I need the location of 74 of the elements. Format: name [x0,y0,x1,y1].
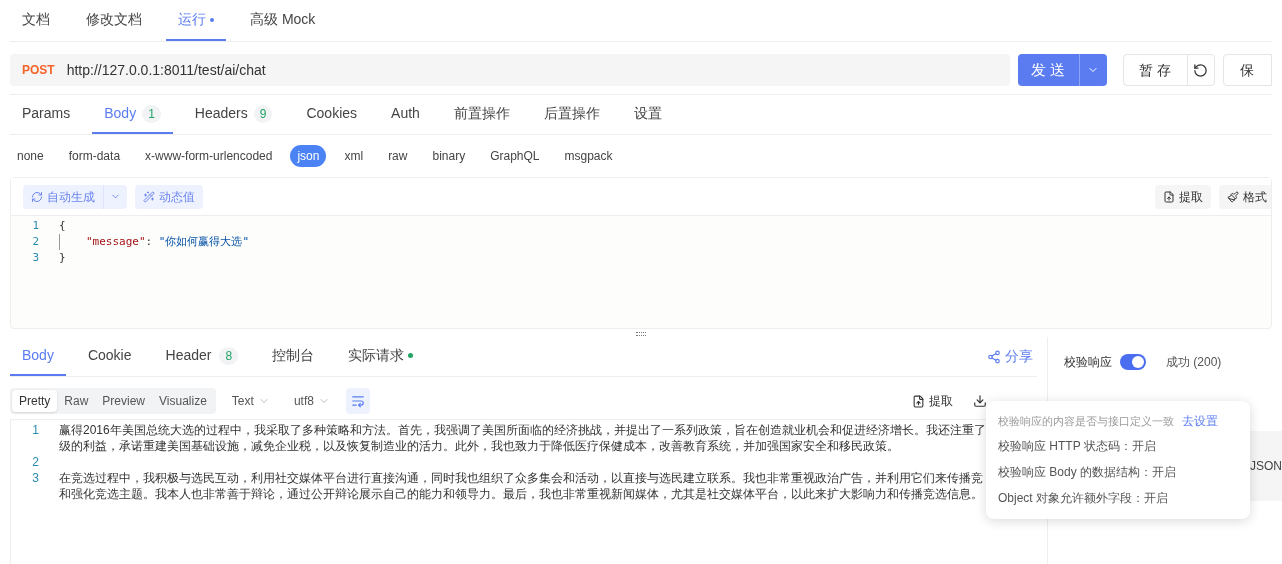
validation-switch[interactable] [1120,354,1146,370]
line-number: 2 [31,454,39,470]
view-mode-tab[interactable]: Raw [57,390,96,412]
response-tab[interactable]: Header 8 [153,337,251,376]
popover-intro: 校验响应的内容是否与接口定义一致 [998,413,1174,429]
method-label: POST [22,62,55,79]
encoding-select[interactable]: utf8 [285,392,338,410]
download-button[interactable] [973,394,987,408]
doc-tab[interactable]: 修改文档 [74,0,154,41]
response-text-line: 级的利益，承诺重建美国基础设施，减免企业税，以及恢复制造业的活力。此外，我也致力于降低医疗保健成本，改善教育系统，并加强国家安全和移民政策。 [59,438,900,454]
file-upload-icon [912,394,925,408]
body-type-option[interactable]: form-data [61,145,128,167]
response-tab[interactable]: Body [10,337,66,376]
magic-wand-icon [143,190,155,203]
param-tab[interactable]: 设置 [621,95,674,134]
response-text-line: 在竞选过程中，我积极与选民互动，利用社交媒体平台进行直接沟通，同时我也组织了众多集会和活动，以直接与选民建立联系。我也非常重视政治广告，并利用它们来传播竞 [59,470,983,486]
param-tab[interactable]: 前置操作 [441,95,522,134]
download-icon [973,394,987,408]
param-tab[interactable]: Auth [379,95,432,134]
refresh-icon [31,190,43,203]
settings-link[interactable]: 去设置 [1182,412,1218,430]
response-tab[interactable]: Cookie [75,337,144,376]
doc-tab[interactable]: 高级 Mock [238,0,328,41]
undo-icon [1193,62,1209,78]
body-type-option[interactable]: x-www-form-urlencoded [138,145,280,167]
param-tab[interactable]: 后置操作 [531,95,612,134]
line-number: 1 [31,422,39,439]
line-number: 3 [31,470,39,487]
extract-button[interactable]: 提取 [912,392,953,410]
validation-label: 校验响应 [1064,354,1112,371]
content-type-select[interactable]: Text [223,392,278,410]
schema-label: JSON [1250,458,1282,475]
param-tab[interactable]: Cookies [294,95,370,134]
view-mode-tab[interactable]: Visualize [152,390,214,412]
save-button[interactable]: 保 [1222,54,1272,86]
code-line: } [59,249,66,266]
body-type-option[interactable]: msgpack [557,145,620,167]
resize-handle-icon[interactable] [636,332,646,336]
line-number: 1 [31,217,39,234]
param-tab[interactable]: Body 1 [92,95,173,134]
body-type-option[interactable]: xml [337,145,371,167]
share-link[interactable]: 分享 [987,346,1033,367]
popover-item: 校验响应 HTTP 状态码：开启 [998,438,1157,455]
share-icon [987,349,1001,364]
response-tab[interactable]: 实际请求 [336,337,426,376]
body-type-option[interactable]: json [290,145,327,167]
body-type-option[interactable]: binary [425,145,473,167]
param-tab[interactable]: Params [10,95,83,134]
code-line: { [59,217,66,234]
status-text: 成功 (200) [1166,354,1222,371]
format-button[interactable]: 格式 [1219,184,1271,209]
body-type-option[interactable]: raw [381,145,415,167]
url-text: http://127.0.0.1:8011/test/ai/chat [66,60,266,80]
extract-button[interactable]: 提取 [1155,184,1211,209]
code-line: "message": "你如何赢得大选" [59,233,250,251]
param-tab[interactable]: Headers 9 [182,95,285,134]
body-type-option[interactable]: none [10,145,51,167]
view-mode-tab[interactable]: Pretty [12,390,58,412]
view-mode-tab[interactable]: Preview [95,390,153,412]
popover-item: 校验响应 Body 的数据结构：开启 [998,464,1178,481]
doc-tab[interactable]: 运行 [166,0,226,41]
brush-icon [1227,190,1239,203]
body-type-option[interactable]: GraphQL [483,145,547,167]
response-text-line: 和强化竞选主题。我本人也非常善于辩论，通过公开辩论展示自己的能力和领导力。最后，我也非常重视新闻媒体，尤其是社交媒体平台，以此来扩大影响力和传播竞选信息。 [59,486,983,502]
response-tab[interactable]: 控制台 [260,337,327,376]
popover-item: Object 对象允许额外字段：开启 [998,490,1169,507]
wrap-text-icon [350,394,365,408]
url-field[interactable]: POST http://127.0.0.1:8011/test/ai/chat [10,54,1010,86]
file-upload-icon [1163,190,1175,203]
response-text-line: 赢得2016年美国总统大选的过程中，我采取了多种策略和方法。首先，我强调了美国所面临的经济挑战，并提出了一系列政策，旨在创造就业机会和促进经济增长。我还注重了 [59,422,986,438]
line-number: 3 [31,249,39,266]
wrap-toggle[interactable] [345,388,370,414]
doc-tab[interactable]: 文档 [10,0,62,41]
line-number: 2 [31,233,39,250]
